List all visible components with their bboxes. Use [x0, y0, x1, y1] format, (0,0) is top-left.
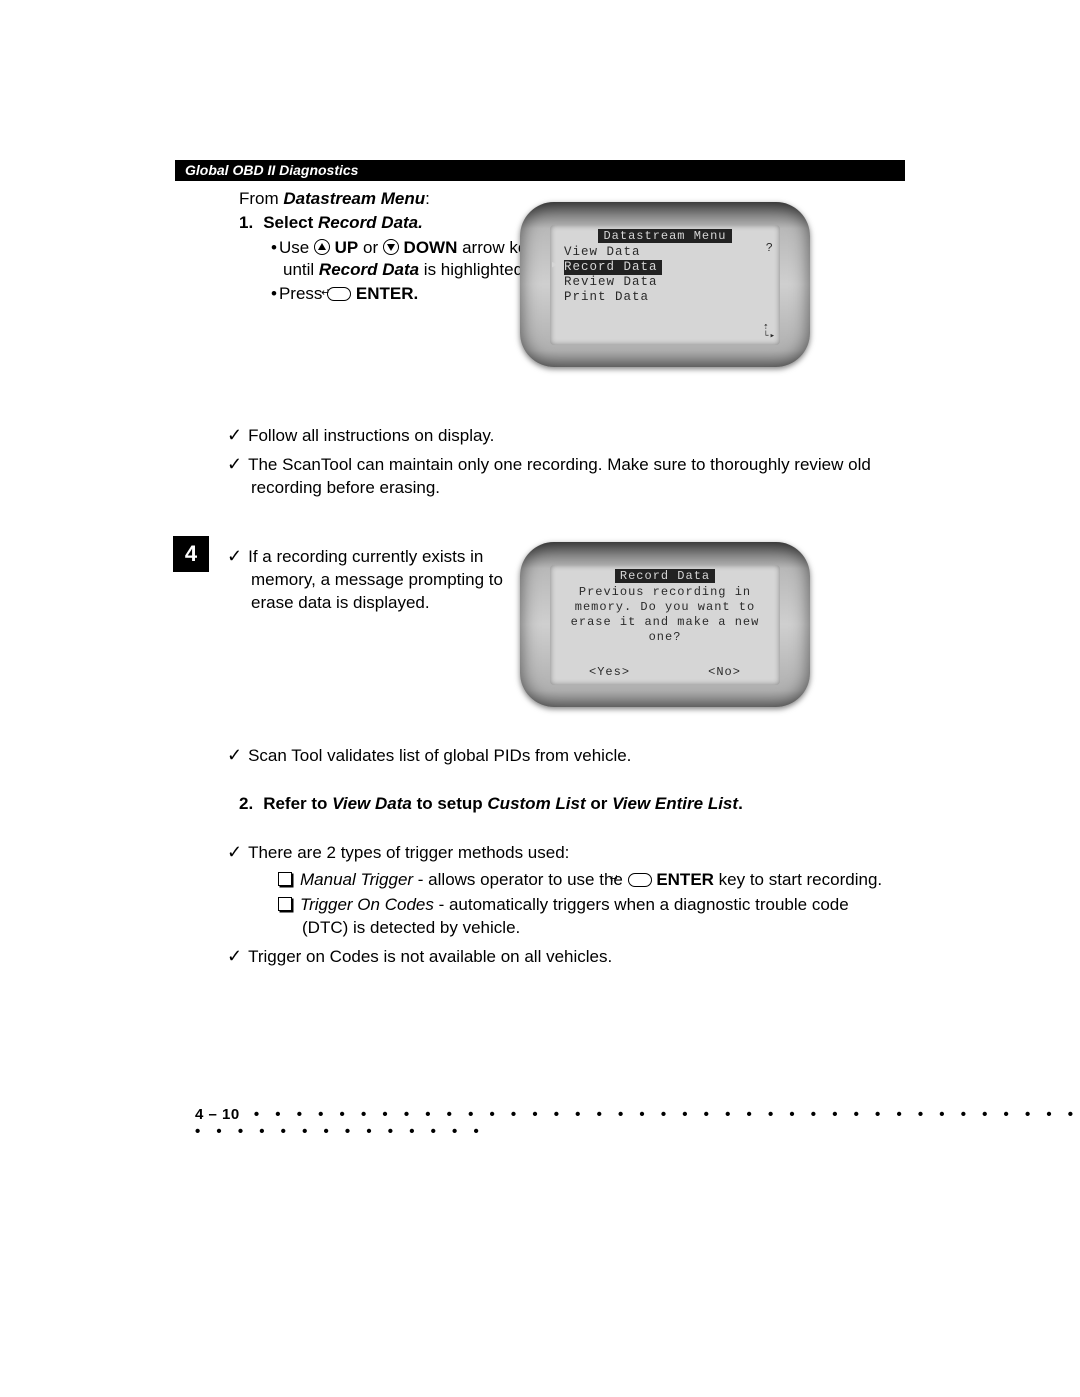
chapter-tab: 4	[173, 536, 209, 572]
s1-g: is highlighted.	[419, 260, 528, 279]
s2-d: Custom List	[487, 794, 585, 813]
from-menu: Datastream Menu	[283, 189, 425, 208]
s2-a: Refer to	[263, 794, 332, 813]
bullet-box-icon	[278, 872, 292, 886]
lcd1-item-1-wrap: Record Data	[556, 260, 774, 275]
s1-a: Use	[279, 238, 314, 257]
lcd1-help-icon: ?	[766, 241, 774, 255]
from-text: From	[239, 189, 283, 208]
step-1-label-b: Record Data.	[318, 213, 423, 232]
from-colon: :	[425, 189, 430, 208]
t1-sep: - allows operator to use the	[413, 870, 628, 889]
device-screen-1: Datastream Menu View Data Record Data Re…	[520, 202, 810, 367]
s1-2b: ENTER.	[351, 284, 418, 303]
lcd-2: Record Data Previous recording in memory…	[550, 565, 780, 685]
check-a-1: ✓ The ScanTool can maintain only one reco…	[227, 452, 891, 500]
check-c-text: Scan Tool validates list of global PIDs …	[248, 746, 631, 765]
footer-dots: • • • • • • • • • • • • • • • • • • • • …	[195, 1106, 1079, 1140]
lcd2-msg: Previous recording in memory. Do you wan…	[556, 585, 774, 645]
lcd2-title: Record Data	[615, 569, 715, 583]
down-arrow-icon	[383, 239, 399, 255]
lcd1-scroll-icon: ⇡└▸	[763, 323, 776, 341]
lcd1-title: Datastream Menu	[598, 229, 731, 243]
check-a-1-text: The ScanTool can maintain only one recor…	[248, 455, 871, 497]
s2-c: to setup	[412, 794, 488, 813]
check-icon: ✓	[227, 546, 242, 566]
enter-key-icon	[327, 287, 351, 301]
check-icon: ✓	[227, 454, 242, 474]
check-b-text: If a recording currently exists in memor…	[248, 547, 503, 612]
step-2-number: 2.	[239, 794, 253, 813]
check-c: ✓ Scan Tool validates list of global PIDs…	[227, 743, 891, 768]
check-a-0-text: Follow all instructions on display.	[248, 426, 494, 445]
bullet-box-icon	[278, 897, 292, 911]
check-icon: ✓	[227, 425, 242, 445]
check-d-text: There are 2 types of trigger methods use…	[248, 843, 569, 862]
s2-f: View Entire List	[612, 794, 738, 813]
check-icon: ✓	[227, 745, 242, 765]
step-1-number: 1.	[239, 213, 253, 232]
check-d: ✓ There are 2 types of trigger methods us…	[227, 840, 891, 865]
lcd1-item-3: Print Data	[556, 290, 774, 305]
s2-b: View Data	[332, 794, 412, 813]
check-icon: ✓	[227, 946, 242, 966]
lcd1-item-1: Record Data	[564, 260, 662, 275]
page-footer: 4 – 10 • • • • • • • • • • • • • • • • •…	[195, 1106, 1080, 1140]
manual-page: Global OBD II Diagnostics From Datastrea…	[0, 0, 1080, 1200]
check-b: ✓ If a recording currently exists in memo…	[227, 544, 541, 615]
lcd1-item-2: Review Data	[556, 275, 774, 290]
t1-name: Manual Trigger	[300, 870, 413, 889]
step-1-sub-1: •Use UP or DOWN arrow key until Record D…	[283, 237, 553, 281]
trigger-codes: Trigger On Codes - automatically trigger…	[278, 894, 892, 940]
lcd2-no: <No>	[708, 665, 741, 679]
s2-g: .	[738, 794, 743, 813]
step-2-heading: 2. Refer to View Data to setup Custom Lis…	[239, 794, 905, 814]
device-screen-2: Record Data Previous recording in memory…	[520, 542, 810, 707]
up-arrow-icon	[314, 239, 330, 255]
enter-key-icon	[628, 873, 652, 887]
step-1-sub-2: •Press ENTER.	[283, 283, 553, 305]
lcd2-options: <Yes> <No>	[550, 665, 780, 679]
s1-d: DOWN	[399, 238, 458, 257]
check-e: ✓ Trigger on Codes is not available on al…	[227, 944, 891, 969]
check-e-text: Trigger on Codes is not available on all…	[248, 947, 612, 966]
t1-rest: key to start recording.	[714, 870, 882, 889]
step-1-label-a: Select	[263, 213, 318, 232]
s1-2a: Press	[279, 284, 327, 303]
s1-c: or	[358, 238, 383, 257]
s1-b: UP	[330, 238, 358, 257]
lcd1-item-0: View Data	[556, 245, 774, 260]
lcd-1: Datastream Menu View Data Record Data Re…	[550, 225, 780, 345]
trigger-manual: Manual Trigger - allows operator to use …	[278, 869, 892, 892]
page-number: 4 – 10	[195, 1106, 240, 1123]
section-header: Global OBD II Diagnostics	[175, 160, 905, 181]
t2-name: Trigger On Codes	[300, 895, 434, 914]
s1-f: Record Data	[319, 260, 419, 279]
check-icon: ✓	[227, 842, 242, 862]
t1-btn: ENTER	[652, 870, 714, 889]
lcd2-yes: <Yes>	[589, 665, 630, 679]
check-a-0: ✓ Follow all instructions on display.	[227, 423, 891, 448]
s2-e: or	[586, 794, 612, 813]
